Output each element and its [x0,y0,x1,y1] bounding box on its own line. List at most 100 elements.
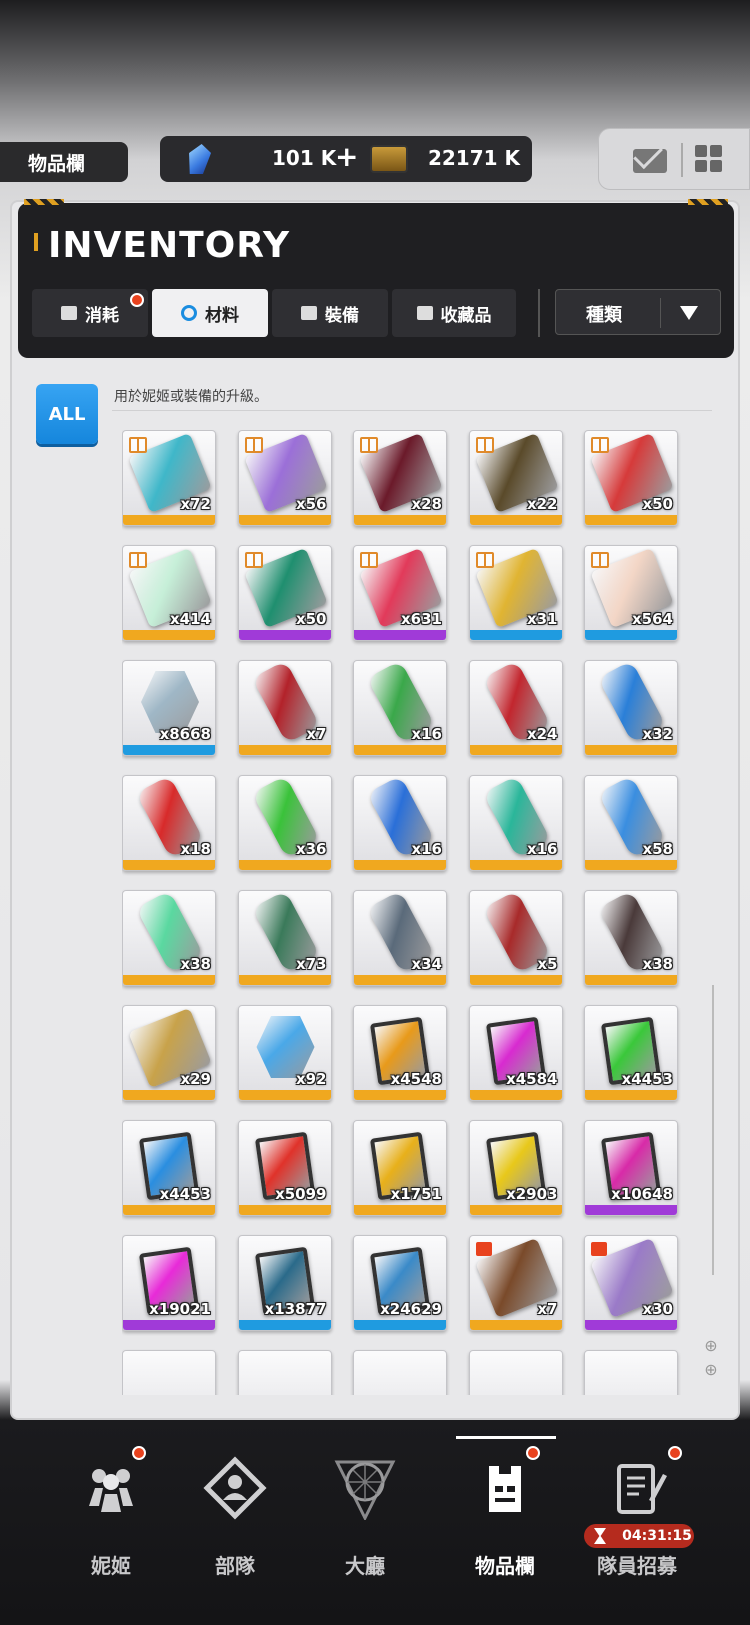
timer-value: 04:31:15 [622,1528,692,1544]
inventory-item[interactable]: x29 [122,1005,216,1101]
inventory-item[interactable] [468,1350,563,1395]
item-quantity: x58 [642,840,673,858]
inventory-item[interactable]: x4453 [122,1120,216,1216]
rarity-bar [585,1205,677,1215]
inventory-item[interactable]: x7 [237,660,332,756]
inventory-item[interactable]: x56 [237,430,332,526]
title-accent [34,233,38,251]
tab-label: 裝備 [325,305,359,326]
rarity-bar [238,1090,331,1100]
item-quantity: x414 [170,610,211,628]
rarity-bar [238,860,331,870]
box-badge-icon [591,1242,607,1256]
item-quantity: x31 [526,610,558,628]
nav-nikke[interactable]: 妮姬 [46,1438,176,1588]
scroll-up-icon[interactable]: ⊕ [702,1336,720,1355]
inventory-item[interactable]: x28 [353,430,447,526]
inventory-item[interactable]: x34 [353,890,447,986]
item-quantity: x4584 [506,1070,558,1088]
hex-item-icon [141,671,199,733]
item-quantity: x4453 [159,1185,211,1203]
equipment-icon [301,306,317,320]
item-quantity: x10648 [611,1185,673,1203]
rarity-bar [354,1090,446,1100]
tab-equipment[interactable]: 裝備 [272,289,388,337]
item-quantity: x5 [537,955,558,973]
inventory-item[interactable]: x1751 [353,1120,447,1216]
inventory-item[interactable]: x24629 [353,1235,447,1331]
nav-inventory[interactable]: 物品欄 [440,1438,570,1588]
item-quantity: x36 [295,840,327,858]
inventory-item[interactable]: x16 [468,775,563,871]
mail-icon[interactable] [633,149,667,173]
inventory-item[interactable]: x631 [353,545,447,641]
gift-icon [129,437,147,453]
inventory-item[interactable] [584,1350,678,1395]
inventory-item[interactable]: x31 [468,545,563,641]
inventory-item[interactable]: x36 [237,775,332,871]
inventory-item[interactable]: x5 [468,890,563,986]
inventory-item[interactable] [237,1350,332,1395]
inventory-item[interactable] [122,1350,216,1395]
inventory-item[interactable]: x38 [122,890,216,986]
inventory-item[interactable]: x50 [237,545,332,641]
add-gems-button[interactable]: + [335,140,358,173]
rarity-bar [585,975,677,985]
currency-bar: 101 K + 22171 K [160,136,532,182]
inventory-item[interactable]: x16 [353,660,447,756]
inventory-item[interactable]: x19021 [122,1235,216,1331]
inventory-item[interactable]: x72 [122,430,216,526]
inventory-item[interactable]: x38 [584,890,678,986]
inventory-item[interactable]: x13877 [237,1235,332,1331]
scroll-down-icon[interactable]: ⊕ [702,1360,720,1379]
item-quantity: x2903 [506,1185,558,1203]
inventory-item[interactable]: x18 [122,775,216,871]
inventory-item[interactable]: x24 [468,660,563,756]
hex-item-icon [256,1016,315,1078]
nav-squad[interactable]: 部隊 [170,1438,300,1588]
grid-menu-icon[interactable] [695,145,723,173]
nav-recruit[interactable]: 04:31:15 隊員招募 [572,1438,702,1588]
rarity-bar [123,1205,215,1215]
inventory-icon [489,1466,521,1512]
inventory-item[interactable]: x10648 [584,1120,678,1216]
category-description: 用於妮姬或裝備的升級。 [114,389,268,405]
item-quantity: x16 [411,840,442,858]
item-quantity: x8668 [159,725,211,743]
inventory-item[interactable]: x16 [353,775,447,871]
inventory-item[interactable]: x4453 [584,1005,678,1101]
sort-dropdown[interactable]: 種類 [555,289,721,335]
inventory-item[interactable]: x564 [584,545,678,641]
inventory-item[interactable]: x58 [584,775,678,871]
inventory-item[interactable]: x414 [122,545,216,641]
inventory-item[interactable]: x30 [584,1235,678,1331]
tab-material[interactable]: 材料 [152,289,268,337]
rarity-bar [354,1205,446,1215]
item-grid: x72 x56 x28 x22 x50 x414 x50 x631 x31 x564 x8668 x7… [122,430,702,1395]
inventory-item[interactable]: x22 [468,430,563,526]
filter-all-button[interactable]: ALL [36,384,98,444]
inventory-item[interactable]: x5099 [237,1120,332,1216]
chevron-down-icon [680,306,698,320]
rarity-bar [238,515,331,525]
inventory-item[interactable]: x73 [237,890,332,986]
recruit-timer: 04:31:15 [584,1524,694,1548]
inventory-item[interactable]: x8668 [122,660,216,756]
item-quantity: x32 [642,725,673,743]
divider [660,298,661,328]
recruit-icon [617,1464,667,1514]
inventory-item[interactable]: x2903 [468,1120,563,1216]
tab-collection[interactable]: 收藏品 [392,289,516,337]
nav-lobby[interactable]: 大廳 [300,1438,430,1588]
gift-icon [360,437,378,453]
inventory-item[interactable]: x7 [468,1235,563,1331]
inventory-item[interactable]: x4548 [353,1005,447,1101]
inventory-item[interactable]: x50 [584,430,678,526]
inventory-item[interactable]: x4584 [468,1005,563,1101]
inventory-item[interactable]: x32 [584,660,678,756]
tab-consumable[interactable]: 消耗 [32,289,148,337]
scrollbar[interactable] [712,985,714,1275]
inventory-item[interactable] [353,1350,447,1395]
inventory-item[interactable]: x92 [237,1005,332,1101]
top-bar: 物品欄 101 K + 22171 K [0,128,750,190]
